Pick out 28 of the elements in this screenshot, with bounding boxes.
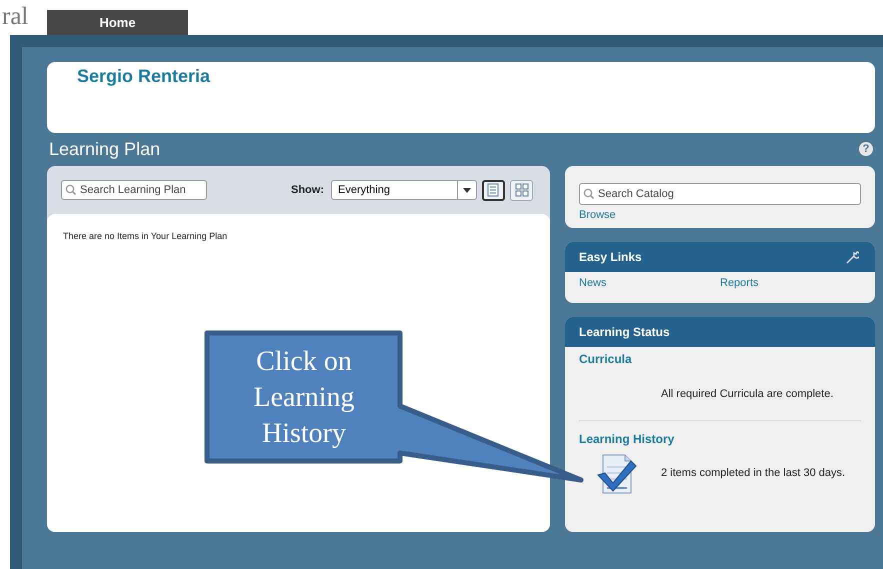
logo-text: ral <box>1 2 30 32</box>
empty-message: There are no Items in Your Learning Plan <box>63 231 228 241</box>
callout-text: Click on Learning History <box>252 345 356 451</box>
search-icon <box>583 188 595 200</box>
status-message: All required Curricula are complete. <box>661 388 834 400</box>
grid-view-button[interactable] <box>510 180 533 200</box>
search-field[interactable]: Search Learning Plan <box>61 180 207 200</box>
search-icon <box>65 184 77 196</box>
list-icon <box>486 183 500 197</box>
help-icon[interactable]: ? <box>859 142 873 156</box>
show-dropdown[interactable]: Everything <box>331 180 477 200</box>
section-title: Learning Plan <box>49 138 160 160</box>
user-name: Sergio Renteria <box>77 66 212 87</box>
home-tab[interactable]: Home <box>47 10 188 35</box>
wrench-icon <box>845 250 859 264</box>
section-link[interactable]: Curricula <box>579 352 632 366</box>
easy-link[interactable]: News <box>579 277 720 303</box>
status-message: 2 items completed in the last 30 days. <box>661 467 846 479</box>
grid-icon <box>514 183 528 197</box>
show-label: Show: <box>291 184 324 196</box>
section-link[interactable]: Learning History <box>579 432 674 446</box>
caret-icon <box>463 188 471 192</box>
card-title: Easy Links <box>579 250 642 264</box>
search-field[interactable]: Search Catalog <box>579 183 861 205</box>
easy-link[interactable]: Reports <box>720 277 861 303</box>
card-title: Learning Status <box>579 325 670 339</box>
browse-link[interactable]: Browse <box>579 209 616 221</box>
list-view-button[interactable] <box>482 180 505 200</box>
